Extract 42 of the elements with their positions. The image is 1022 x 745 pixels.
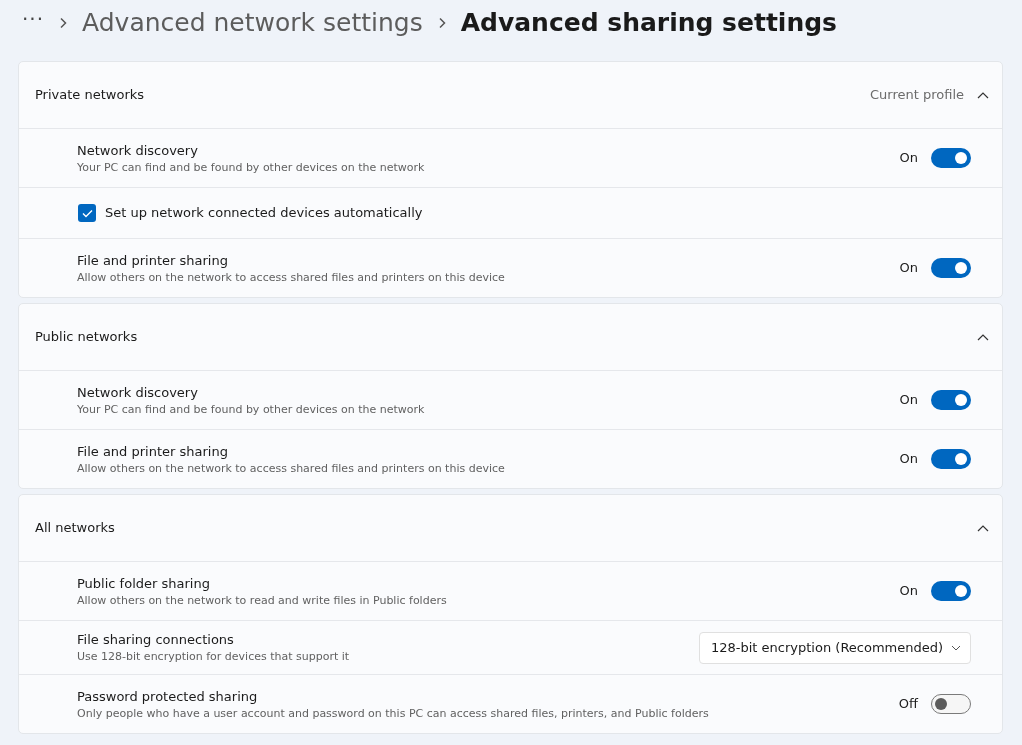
encryption-dropdown[interactable]: 128-bit encryption (Recommended) <box>699 631 971 664</box>
setting-title: Network discovery <box>77 383 199 402</box>
toggle-switch[interactable] <box>931 449 971 469</box>
section-header[interactable]: All networks <box>19 495 1002 561</box>
toggle-switch[interactable] <box>931 694 971 714</box>
setting-title: File and printer sharing <box>77 442 229 461</box>
setting-title: File sharing connections <box>77 631 235 649</box>
toggle-switch[interactable] <box>931 148 971 168</box>
toggle-switch[interactable] <box>931 581 971 601</box>
setting-description: Your PC can find and be found by other devices on the network <box>77 159 426 175</box>
setting-description: Only people who have a user account and password on this PC can access shared files, printers, and Public folders <box>77 705 710 721</box>
section-title: Public networks <box>35 328 139 347</box>
toggle-state-label: On <box>899 149 918 168</box>
section-title: All networks <box>35 519 116 538</box>
checkmark-icon <box>81 208 93 218</box>
toggle-switch[interactable] <box>931 390 971 410</box>
checkbox-label: Set up network connected devices automatically <box>105 204 423 223</box>
toggle-state-label: On <box>899 259 918 278</box>
setting-description: Your PC can find and be found by other devices on the network <box>77 401 426 417</box>
section-header[interactable]: Public networks <box>19 304 1002 370</box>
setting-title: File and printer sharing <box>77 251 229 270</box>
toggle-state-label: On <box>899 391 918 410</box>
profile-note: Current profile <box>869 86 964 105</box>
breadcrumb-link[interactable]: Advanced network settings <box>82 4 423 42</box>
page-title: Advanced sharing settings <box>460 7 837 40</box>
section-header[interactable]: Private networks Current profile <box>19 62 1002 128</box>
setting-title: Public folder sharing <box>77 574 211 593</box>
setting-description: Allow others on the network to access shared files and printers on this device <box>77 460 506 476</box>
section-title: Private networks <box>35 86 146 105</box>
more-button[interactable]: ··· <box>22 9 45 37</box>
setting-description: Allow others on the network to access shared files and printers on this device <box>77 269 506 285</box>
chevron-right-icon <box>58 17 69 29</box>
toggle-state-label: On <box>899 582 918 601</box>
setting-title: Password protected sharing <box>77 687 259 706</box>
toggle-state-label: Off <box>898 695 918 714</box>
setting-description: Allow others on the network to read and write files in Public folders <box>77 592 448 608</box>
setting-description: Use 128-bit encryption for devices that support it <box>77 649 351 664</box>
checkbox[interactable] <box>78 204 96 222</box>
chevron-down-icon <box>951 644 962 651</box>
setting-title: Network discovery <box>77 141 199 160</box>
toggle-switch[interactable] <box>931 258 971 278</box>
toggle-state-label: On <box>899 450 918 469</box>
